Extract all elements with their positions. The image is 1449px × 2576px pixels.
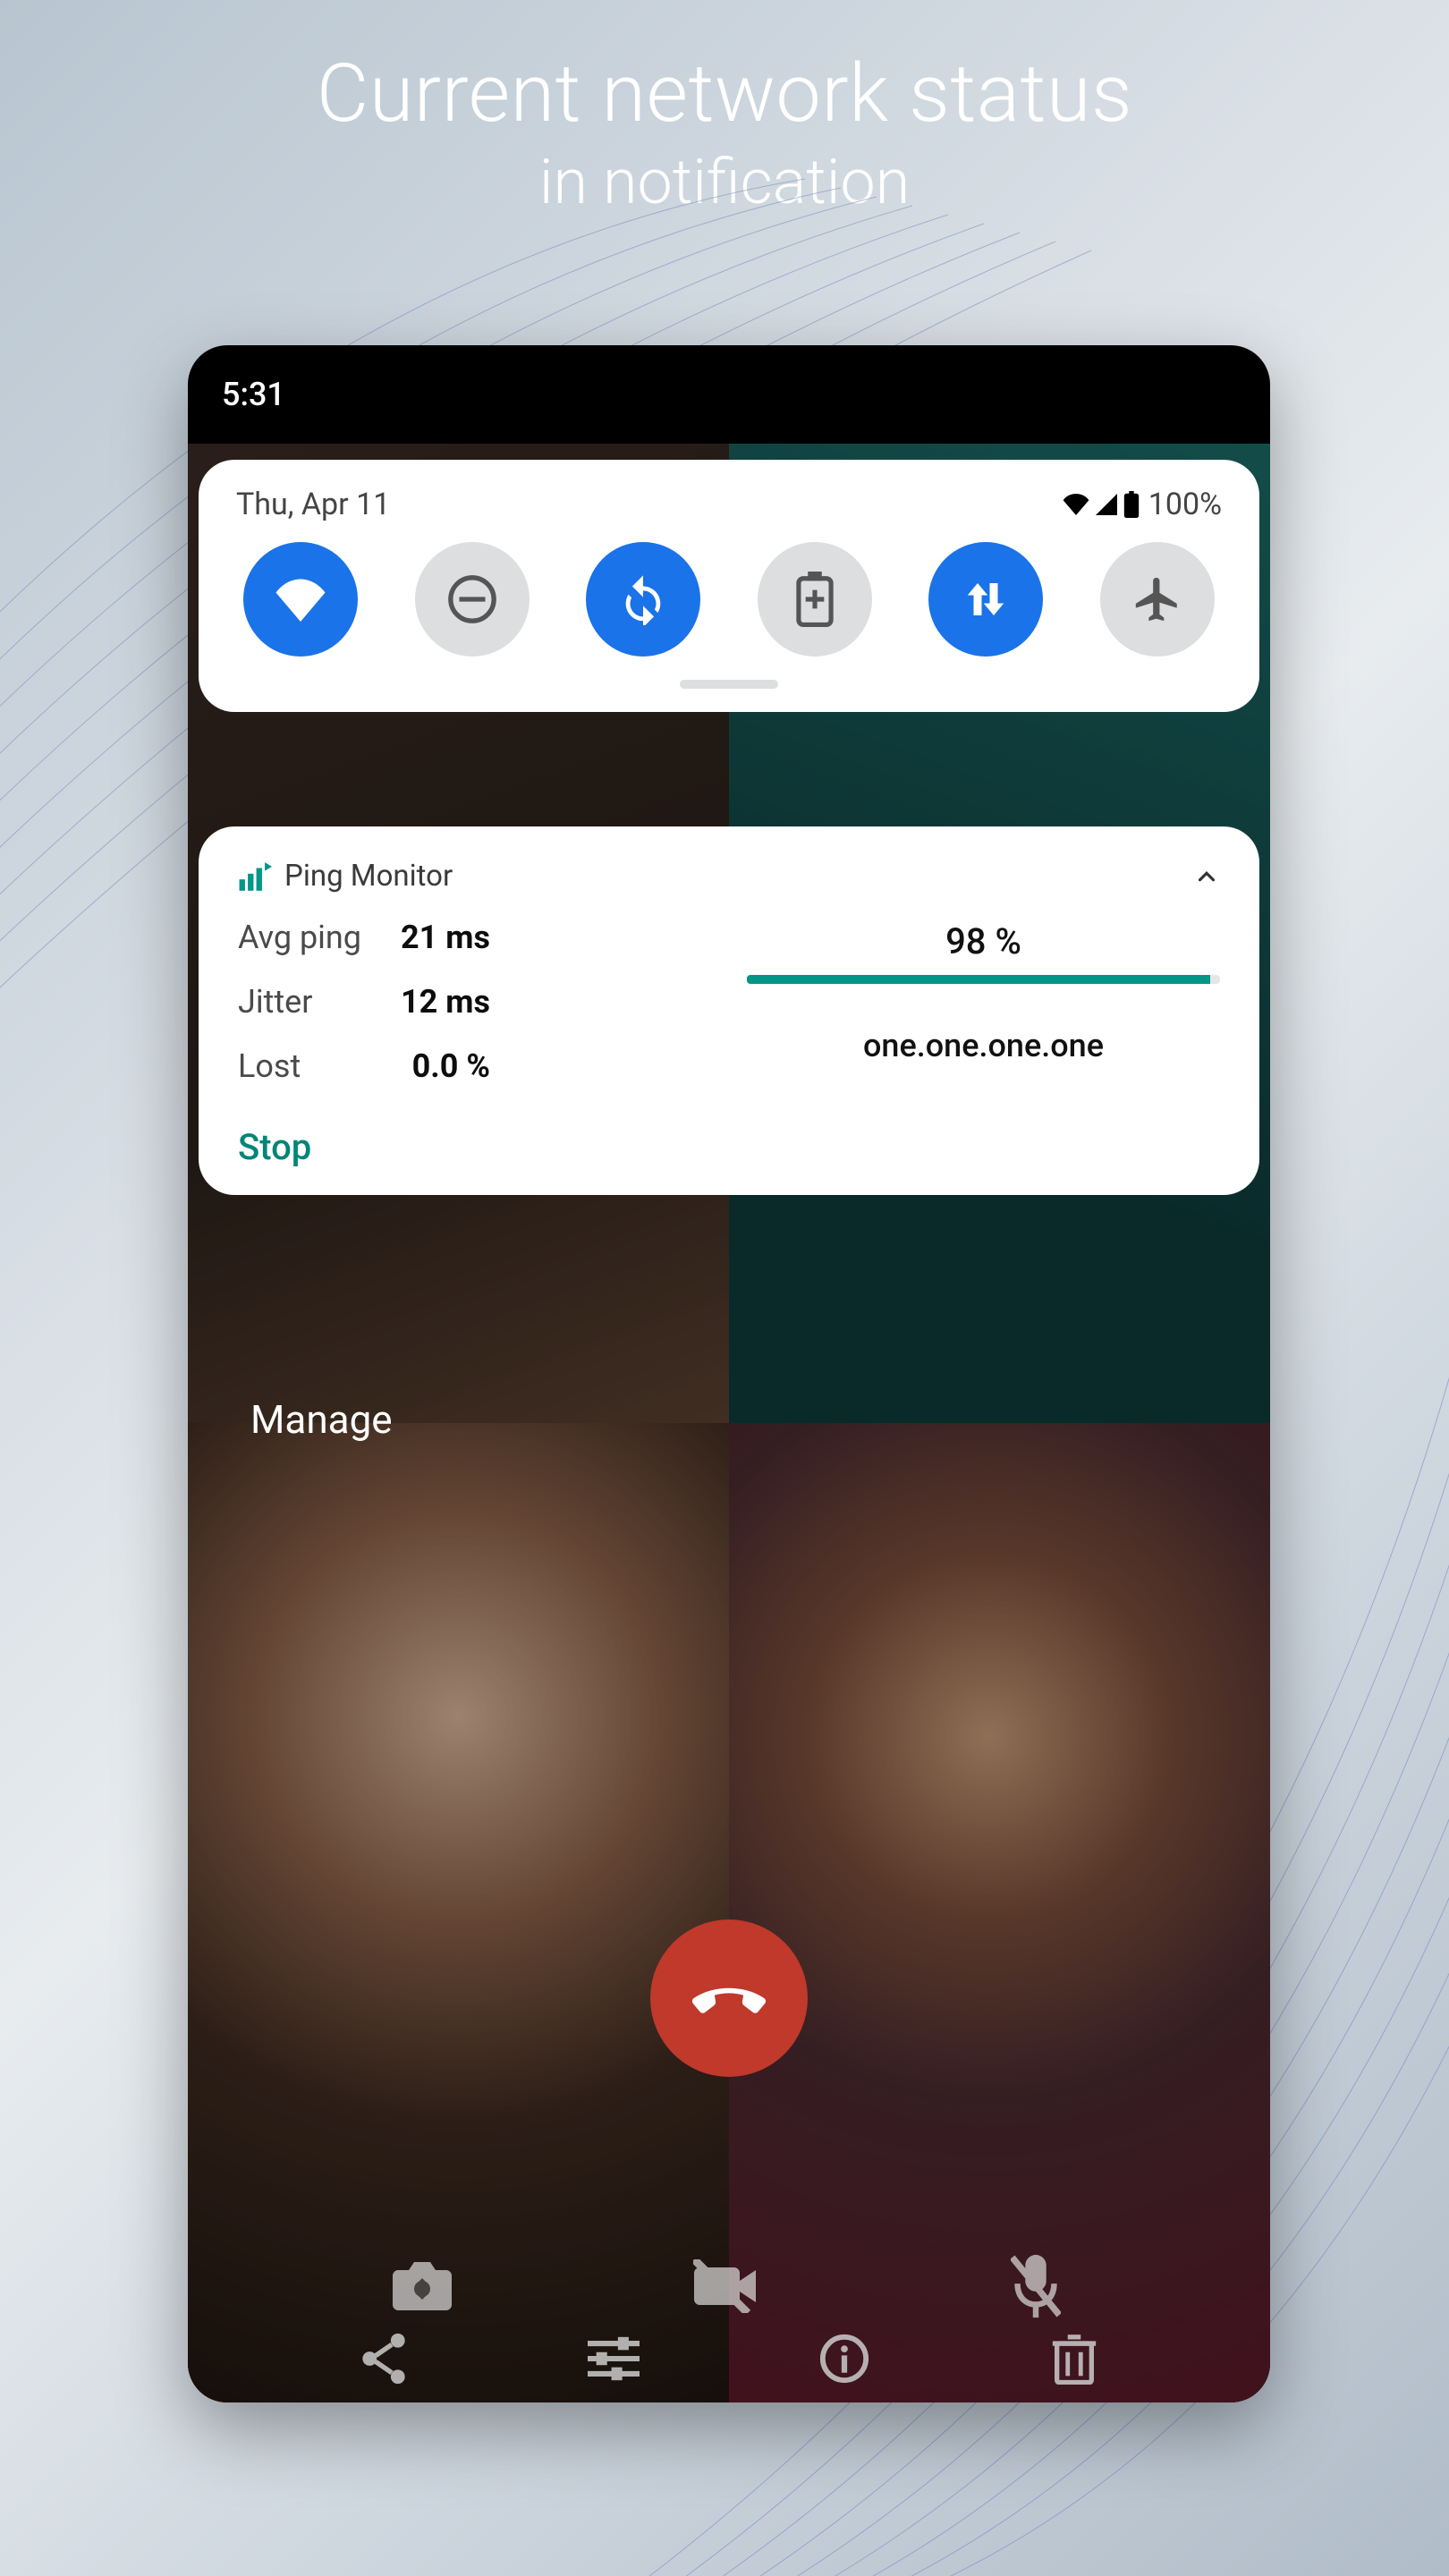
stop-button[interactable]: Stop [238,1126,1220,1168]
promo-line1: Current network status [0,47,1449,140]
data-arrows-icon [962,575,1010,623]
signal-status-icon [1095,494,1118,515]
airplane-icon [1131,573,1183,625]
avg-ping-value: 21 ms [401,919,490,956]
promo-line2: in notification [0,146,1449,219]
chevron-up-icon[interactable] [1193,863,1220,890]
toggle-battery-saver[interactable] [758,542,872,657]
wifi-icon [273,577,328,622]
lost-label: Lost [238,1047,361,1085]
video-off-icon [693,2259,765,2313]
switch-camera-button[interactable] [386,2250,458,2322]
info-button[interactable] [813,2327,876,2390]
info-icon [818,2333,870,2385]
status-time: 5:31 [222,376,285,413]
jitter-value: 12 ms [401,983,490,1021]
qs-battery-label: 100% [1148,487,1222,522]
toggle-mobile-data[interactable] [928,542,1043,657]
phone-hangup-icon [689,1958,769,2038]
camera-switch-icon [390,2258,454,2314]
delete-button[interactable] [1043,2327,1106,2390]
quick-settings-panel[interactable]: Thu, Apr 11 100% [199,460,1259,712]
phone-frame: 5:31 Thu, Apr 11 100% [188,345,1270,2402]
share-icon [360,2332,408,2385]
manage-button[interactable]: Manage [250,1396,393,1443]
ping-app-icon [238,860,272,894]
qs-drag-handle[interactable] [680,680,778,689]
notification-app-name: Ping Monitor [284,859,453,894]
toggle-dnd[interactable] [415,542,530,657]
battery-saver-icon [795,572,835,627]
mic-off-icon [1011,2252,1061,2320]
rotate-icon [617,573,669,625]
toggle-wifi[interactable] [243,542,358,657]
share-button[interactable] [352,2327,415,2390]
qs-date: Thu, Apr 11 [236,487,390,522]
ping-host: one.one.one.one [863,1027,1104,1064]
lost-value: 0.0 % [401,1047,490,1085]
jitter-label: Jitter [238,983,361,1021]
ping-notification[interactable]: Ping Monitor Avg ping Jitter Lost 21 ms … [199,826,1259,1195]
sliders-icon [588,2334,640,2383]
mic-off-button[interactable] [1000,2250,1072,2322]
toggle-autorotate[interactable] [586,542,700,657]
battery-status-icon [1123,491,1140,518]
reachability-bar [747,975,1220,984]
dnd-icon [446,573,498,625]
wifi-status-icon [1063,494,1089,515]
promo-headline: Current network status in notification [0,0,1449,219]
status-bar: 5:31 [188,345,1270,444]
avg-ping-label: Avg ping [238,919,361,956]
trash-icon [1052,2333,1097,2385]
hangup-button[interactable] [650,1919,808,2077]
tune-button[interactable] [582,2327,645,2390]
video-off-button[interactable] [693,2250,765,2322]
toggle-airplane[interactable] [1100,542,1215,657]
qs-status-icons: 100% [1063,487,1222,522]
reachability-percent: 98 % [945,920,1021,962]
